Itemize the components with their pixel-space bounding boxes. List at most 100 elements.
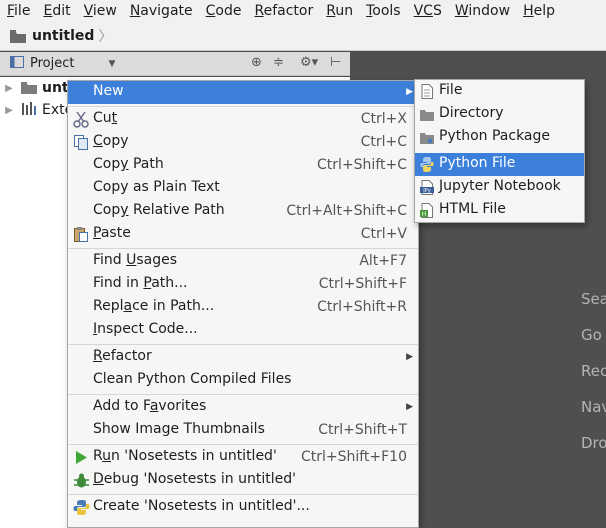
breadcrumb-separator: 〉 [98, 29, 113, 45]
editor-hint-goto: Go [581, 326, 602, 344]
menu-item-replace-in-path[interactable]: Replace in Path... Ctrl+Shift+R [68, 296, 418, 319]
menu-item-new[interactable]: New ▶ [68, 81, 418, 104]
menu-separator [68, 494, 418, 495]
folder-icon [420, 107, 434, 122]
tree-item-external-libraries[interactable]: ▶ Exte [0, 99, 73, 121]
menu-item-label: Create 'Nosetests in untitled'... [93, 498, 310, 514]
menu-item-label: New [93, 83, 124, 99]
scissors-icon [73, 111, 90, 128]
menu-item-clean-compiled[interactable]: Clean Python Compiled Files [68, 369, 418, 392]
menu-item-add-to-favorites[interactable]: Add to Favorites ▶ [68, 396, 418, 419]
project-view-selector[interactable]: Project [30, 56, 74, 71]
submenu-arrow-icon: ▶ [406, 402, 413, 412]
menu-separator [68, 248, 418, 249]
menu-item-find-in-path[interactable]: Find in Path... Ctrl+Shift+F [68, 273, 418, 296]
menu-item-inspect-code[interactable]: Inspect Code... [68, 319, 418, 342]
menu-item-paste[interactable]: Paste Ctrl+V [68, 223, 418, 246]
copy-icon [73, 134, 90, 151]
python-file-icon [420, 157, 434, 172]
menu-separator [68, 444, 418, 445]
editor-hint-search: Sea [581, 290, 606, 308]
menu-separator [68, 344, 418, 345]
menu-tools[interactable]: Tools [358, 0, 406, 22]
new-submenu: File Directory Python Package Python Fil… [414, 79, 585, 223]
jupyter-notebook-icon: IPy [420, 180, 434, 195]
menu-bar: File Edit View Navigate Code Refactor Ru… [0, 0, 606, 22]
shortcut-label: Ctrl+Shift+F10 [300, 449, 407, 465]
shortcut-label: Ctrl+Shift+T [318, 422, 407, 438]
menu-refactor[interactable]: Refactor [246, 0, 318, 22]
expand-arrow-icon[interactable]: ▶ [3, 83, 15, 94]
menu-item-label: Clean Python Compiled Files [93, 371, 292, 387]
shortcut-label: Ctrl+Shift+F [318, 276, 407, 292]
project-toolbar: Project ▼ ⊕ ≑ ⚙▾ ⊢ [0, 52, 350, 76]
shortcut-label: Ctrl+C [360, 134, 407, 150]
menu-window[interactable]: Window [447, 0, 515, 22]
folder-icon [21, 82, 37, 94]
editor-hint-drop: Dro [581, 434, 606, 452]
run-icon [73, 449, 90, 466]
menu-code[interactable]: Code [198, 0, 247, 22]
submenu-item-label: Jupyter Notebook [439, 178, 561, 194]
menu-view[interactable]: View [76, 0, 122, 22]
submenu-item-python-package[interactable]: Python Package [415, 126, 584, 149]
submenu-item-label: Directory [439, 105, 504, 121]
menu-navigate[interactable]: Navigate [122, 0, 198, 22]
editor-hint-navigation: Nav [581, 398, 606, 416]
submenu-item-label: HTML File [439, 201, 506, 217]
shortcut-label: Alt+F7 [359, 253, 407, 269]
menu-item-find-usages[interactable]: Find Usages Alt+F7 [68, 250, 418, 273]
file-icon [420, 84, 434, 99]
shortcut-label: Ctrl+Shift+R [317, 299, 407, 315]
submenu-item-html-file[interactable]: H HTML File [415, 199, 584, 222]
menu-item-label: Show Image Thumbnails [93, 421, 265, 437]
submenu-item-jupyter-notebook[interactable]: IPy Jupyter Notebook [415, 176, 584, 199]
menu-separator [68, 106, 418, 107]
scroll-from-source-icon[interactable]: ⊕ [251, 55, 262, 70]
menu-item-refactor[interactable]: Refactor ▶ [68, 346, 418, 369]
project-view-icon [10, 55, 24, 72]
debug-icon [73, 472, 90, 489]
submenu-item-label: File [439, 82, 463, 98]
gear-icon[interactable]: ⚙▾ [300, 55, 318, 70]
context-menu: New ▶ Cut Ctrl+X Copy Ctrl+C Copy Path C… [67, 80, 419, 528]
menu-help[interactable]: Help [515, 0, 560, 22]
collapse-all-icon[interactable]: ≑ [273, 55, 284, 70]
python-run-config-icon [73, 499, 90, 516]
svg-text:H: H [422, 211, 427, 218]
menu-item-copy-plain-text[interactable]: Copy as Plain Text [68, 177, 418, 200]
chevron-down-icon[interactable]: ▼ [108, 59, 115, 69]
submenu-item-label: Python File [439, 155, 516, 171]
breadcrumb-project[interactable]: untitled [32, 28, 94, 44]
menu-item-create-nosetests[interactable]: Create 'Nosetests in untitled'... [68, 496, 418, 519]
hide-panel-icon[interactable]: ⊢ [330, 55, 341, 70]
package-folder-icon [420, 130, 434, 145]
menu-edit[interactable]: Edit [35, 0, 75, 22]
menu-item-copy-path[interactable]: Copy Path Ctrl+Shift+C [68, 154, 418, 177]
shortcut-label: Ctrl+Alt+Shift+C [286, 203, 407, 219]
menu-file[interactable]: File [0, 0, 35, 22]
shortcut-label: Ctrl+X [360, 111, 407, 127]
tree-item-project[interactable]: ▶ unti [0, 77, 73, 99]
svg-text:IPy: IPy [423, 188, 430, 194]
menu-run[interactable]: Run [318, 0, 358, 22]
shortcut-label: Ctrl+V [360, 226, 407, 242]
submenu-item-file[interactable]: File [415, 80, 584, 103]
submenu-item-label: Python Package [439, 128, 551, 144]
submenu-arrow-icon: ▶ [406, 87, 413, 97]
menu-item-show-thumbnails[interactable]: Show Image Thumbnails Ctrl+Shift+T [68, 419, 418, 442]
editor-hint-recent: Rec [581, 362, 606, 380]
expand-arrow-icon[interactable]: ▶ [3, 105, 15, 116]
menu-vcs[interactable]: VCS [406, 0, 447, 22]
menu-item-debug-nosetests[interactable]: Debug 'Nosetests in untitled' [68, 469, 418, 492]
menu-item-copy-relative-path[interactable]: Copy Relative Path Ctrl+Alt+Shift+C [68, 200, 418, 223]
menu-separator [68, 394, 418, 395]
submenu-item-directory[interactable]: Directory [415, 103, 584, 126]
menu-item-copy[interactable]: Copy Ctrl+C [68, 131, 418, 154]
menu-item-cut[interactable]: Cut Ctrl+X [68, 108, 418, 131]
libraries-icon [21, 101, 37, 119]
submenu-item-python-file[interactable]: Python File [415, 153, 584, 176]
folder-icon [10, 30, 26, 43]
menu-item-run-nosetests[interactable]: Run 'Nosetests in untitled' Ctrl+Shift+F… [68, 446, 418, 469]
menu-item-label: Copy as Plain Text [93, 179, 220, 195]
